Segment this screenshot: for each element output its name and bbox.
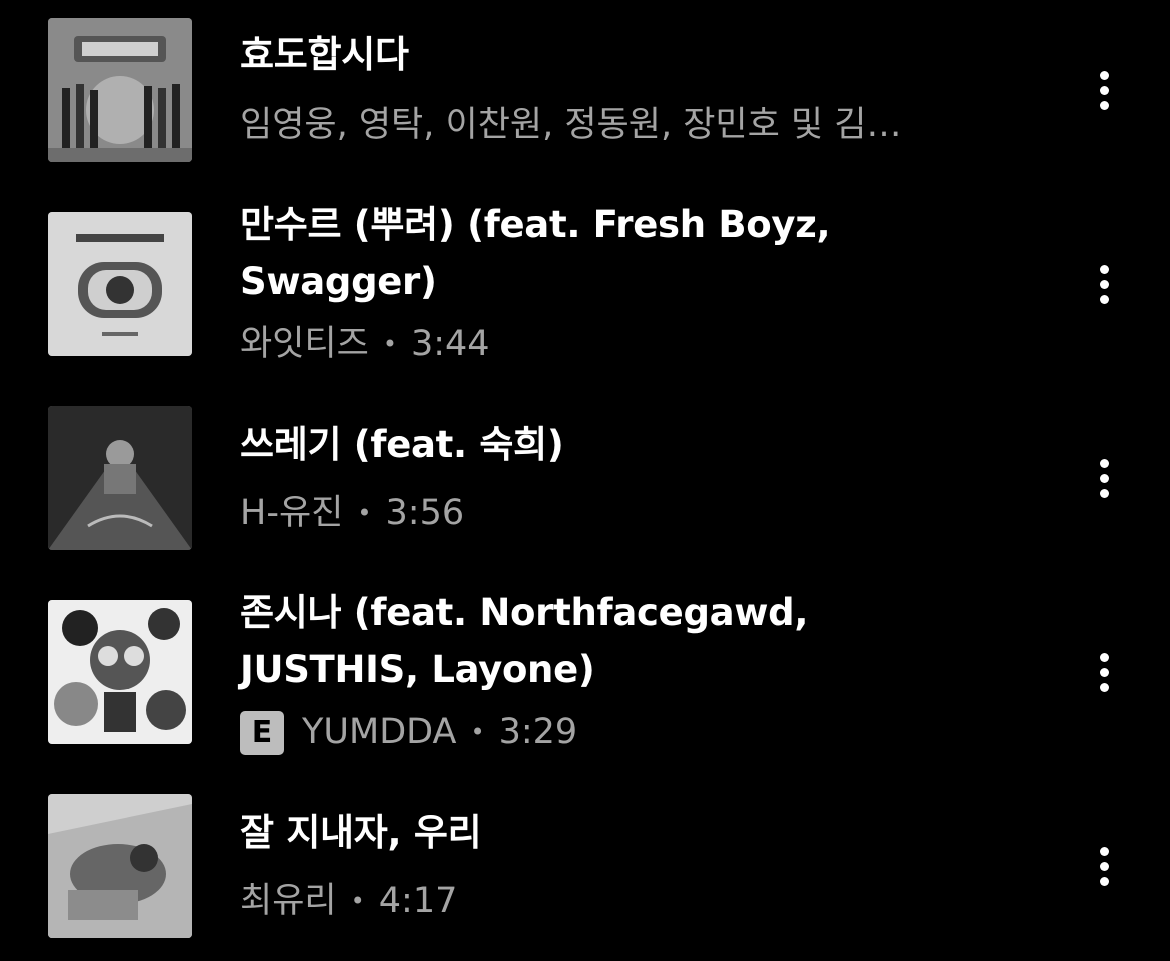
song-row[interactable]: 존시나 (feat. Northfacegawd, JUSTHIS, Layon… xyxy=(0,591,1170,755)
more-vertical-icon xyxy=(1099,458,1109,468)
song-title: 만수르 (뿌려) (feat. Fresh Boyz, Swagger) xyxy=(240,203,831,303)
separator-dot: • xyxy=(350,887,365,915)
song-artist: E YUMDDA • 3:29 xyxy=(240,704,1020,761)
more-options-button[interactable] xyxy=(1084,254,1124,314)
artist-name: H-유진 xyxy=(240,493,344,533)
album-art xyxy=(48,406,192,550)
song-row[interactable]: 잘 지내자, 우리 최유리 • 4:17 xyxy=(0,794,1170,938)
artist-name: 임영웅, 영탁, 이찬원, 정동원, 장민호 및 김… xyxy=(240,105,902,145)
more-options-button[interactable] xyxy=(1084,642,1124,702)
song-artist: H-유진 • 3:56 xyxy=(240,485,1020,542)
album-art xyxy=(48,212,192,356)
album-art xyxy=(48,794,192,938)
song-title: 잘 지내자, 우리 xyxy=(240,811,482,854)
explicit-badge: E xyxy=(240,710,284,755)
artist-name: 최유리 xyxy=(240,881,337,921)
song-row[interactable]: 쓰레기 (feat. 숙희) H-유진 • 3:56 xyxy=(0,406,1170,550)
more-vertical-icon xyxy=(1099,652,1109,662)
artist-name: YUMDDA xyxy=(302,712,457,752)
song-duration: 3:56 xyxy=(385,493,465,533)
song-duration: 4:17 xyxy=(378,881,458,921)
separator-dot: • xyxy=(382,330,397,358)
artist-name: 와잇티즈 xyxy=(240,324,369,364)
song-artist: 임영웅, 영탁, 이찬원, 정동원, 장민호 및 김… xyxy=(240,97,1020,154)
more-options-button[interactable] xyxy=(1084,448,1124,508)
song-title: 쓰레기 (feat. 숙희) xyxy=(240,423,564,466)
album-art xyxy=(48,600,192,744)
song-title: 효도합시다 xyxy=(240,33,409,76)
song-row[interactable]: 효도합시다 임영웅, 영탁, 이찬원, 정동원, 장민호 및 김… xyxy=(0,18,1170,162)
more-options-button[interactable] xyxy=(1084,836,1124,896)
song-duration: 3:29 xyxy=(498,712,578,752)
song-artist: 와잇티즈 • 3:44 xyxy=(240,316,1020,373)
song-row[interactable]: 만수르 (뿌려) (feat. Fresh Boyz, Swagger) 와잇티… xyxy=(0,203,1170,364)
separator-dot: • xyxy=(470,718,485,746)
more-options-button[interactable] xyxy=(1084,60,1124,120)
separator-dot: • xyxy=(357,499,372,527)
song-title: 존시나 (feat. Northfacegawd, JUSTHIS, Layon… xyxy=(240,591,809,691)
more-vertical-icon xyxy=(1099,846,1109,856)
song-artist: 최유리 • 4:17 xyxy=(240,873,1020,930)
more-vertical-icon xyxy=(1099,70,1109,80)
album-art xyxy=(48,18,192,162)
song-duration: 3:44 xyxy=(410,324,490,364)
more-vertical-icon xyxy=(1099,264,1109,274)
